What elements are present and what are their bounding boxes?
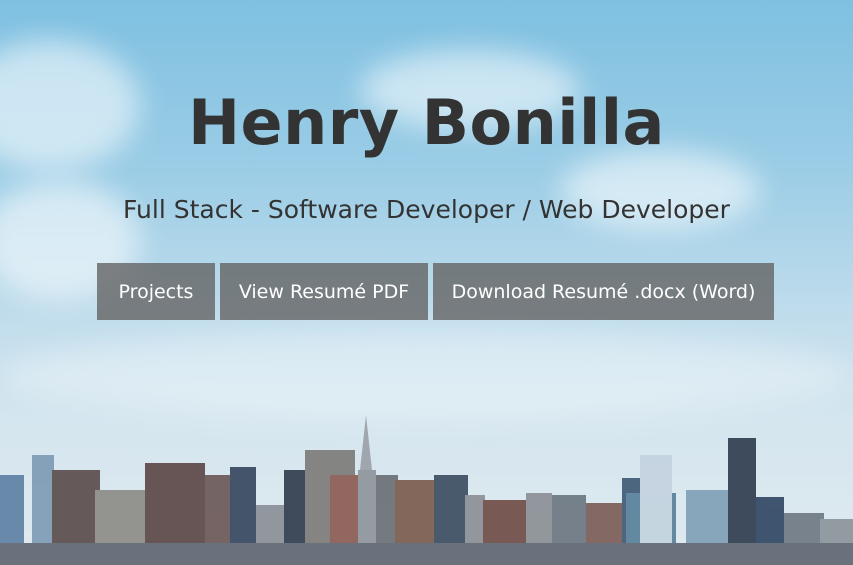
action-buttons: Projects View Resumé PDF Download Resumé…	[97, 263, 774, 320]
page-title: Henry Bonilla	[188, 86, 665, 159]
page-subtitle: Full Stack - Software Developer / Web De…	[123, 195, 730, 224]
projects-button[interactable]: Projects	[97, 263, 215, 320]
view-resume-pdf-button[interactable]: View Resumé PDF	[220, 263, 428, 320]
download-resume-docx-button[interactable]: Download Resumé .docx (Word)	[433, 263, 774, 320]
cloud-decoration	[0, 330, 853, 420]
city-skyline-image	[0, 415, 853, 565]
hero-section: Henry Bonilla Full Stack - Software Deve…	[0, 0, 853, 565]
